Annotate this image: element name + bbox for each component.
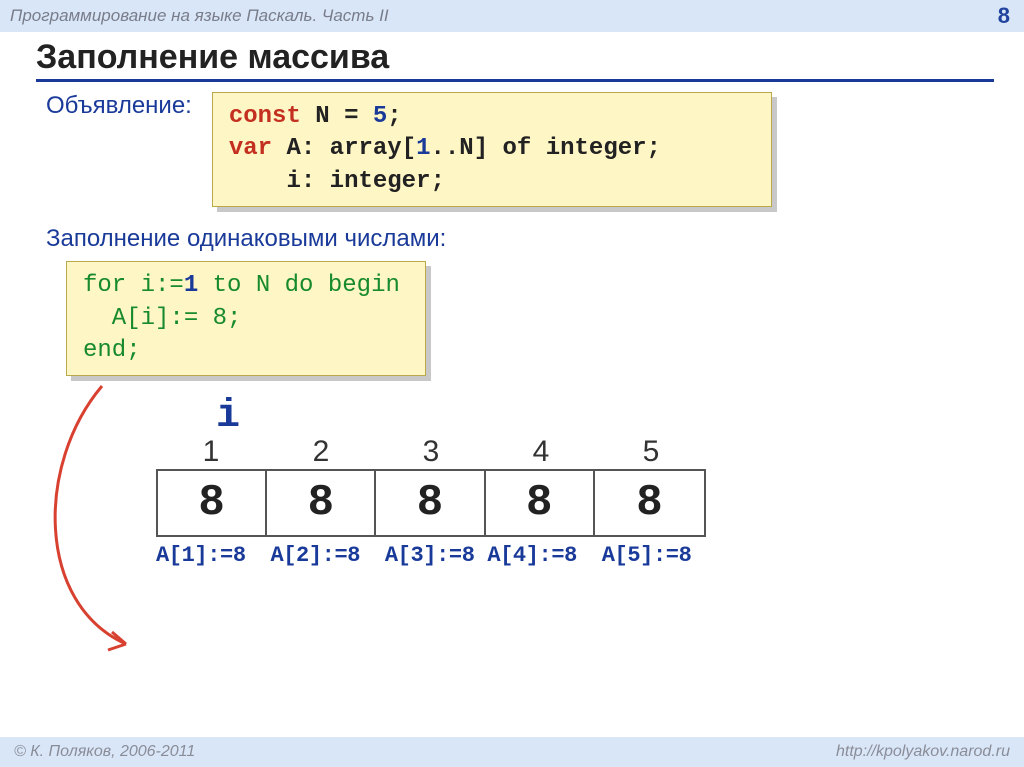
code-text: end; <box>83 337 141 364</box>
assignments-row: A[1]:=8 A[2]:=8 A[3]:=8 A[4]:=8 A[5]:=8 <box>156 543 776 568</box>
index-label: 5 <box>596 435 706 469</box>
declaration-row: Объявление: const N = 5; var A: array[1.… <box>46 92 994 207</box>
header-bar: Программирование на языке Паскаль. Часть… <box>0 0 1024 32</box>
kw-var: var <box>229 135 272 162</box>
slide: Программирование на языке Паскаль. Часть… <box>0 0 1024 767</box>
array-cell: 8 <box>595 471 704 535</box>
index-row: 1 2 3 4 5 <box>156 435 776 469</box>
footer-url: http://kpolyakov.narod.ru <box>836 743 1010 761</box>
fill-label: Заполнение одинаковыми числами: <box>46 225 994 253</box>
assignment: A[5]:=8 <box>602 543 692 568</box>
array-cell: 8 <box>376 471 485 535</box>
code-text: ; <box>387 103 401 130</box>
assignment: A[2]:=8 <box>270 543 360 568</box>
index-label: 3 <box>376 435 486 469</box>
code-block-declaration: const N = 5; var A: array[1..N] of integ… <box>212 92 772 207</box>
code-text: i: integer; <box>229 168 445 195</box>
footer-bar: © К. Поляков, 2006-2011 http://kpolyakov… <box>0 737 1024 767</box>
index-label: 4 <box>486 435 596 469</box>
num-1: 1 <box>416 135 430 162</box>
code-text: A[i]:= 8; <box>83 305 241 332</box>
assignment: A[4]:=8 <box>487 543 577 568</box>
copyright: © К. Поляков, 2006-2011 <box>14 743 195 761</box>
index-label: 1 <box>156 435 266 469</box>
index-label: 2 <box>266 435 376 469</box>
header-title: Программирование на языке Паскаль. Часть… <box>10 6 389 26</box>
array-diagram: i 1 2 3 4 5 8 8 8 8 8 A[1]:=8 A[2]:=8 A[… <box>156 394 776 568</box>
code-text: ..N] of integer; <box>431 135 661 162</box>
main-content: Заполнение массива Объявление: const N =… <box>0 32 1024 737</box>
code-block-fill: for i:=1 to N do begin A[i]:= 8; end; <box>66 261 426 376</box>
array-cells: 8 8 8 8 8 <box>156 469 706 537</box>
kw-const: const <box>229 103 301 130</box>
array-cell: 8 <box>486 471 595 535</box>
assignment: A[3]:=8 <box>385 543 475 568</box>
assignment: A[1]:=8 <box>156 543 246 568</box>
num-1: 1 <box>184 272 198 299</box>
array-cell: 8 <box>267 471 376 535</box>
declaration-label: Объявление: <box>46 92 192 120</box>
array-cell: 8 <box>158 471 267 535</box>
num-5: 5 <box>373 103 387 130</box>
page-number: 8 <box>998 3 1010 29</box>
code-text: A: array[ <box>272 135 416 162</box>
code-text: N = <box>301 103 373 130</box>
index-variable: i <box>216 394 776 439</box>
arrow-icon <box>46 384 166 664</box>
slide-title: Заполнение массива <box>36 38 994 82</box>
code-text: for i:= <box>83 272 184 299</box>
code-text: to N do begin <box>198 272 400 299</box>
